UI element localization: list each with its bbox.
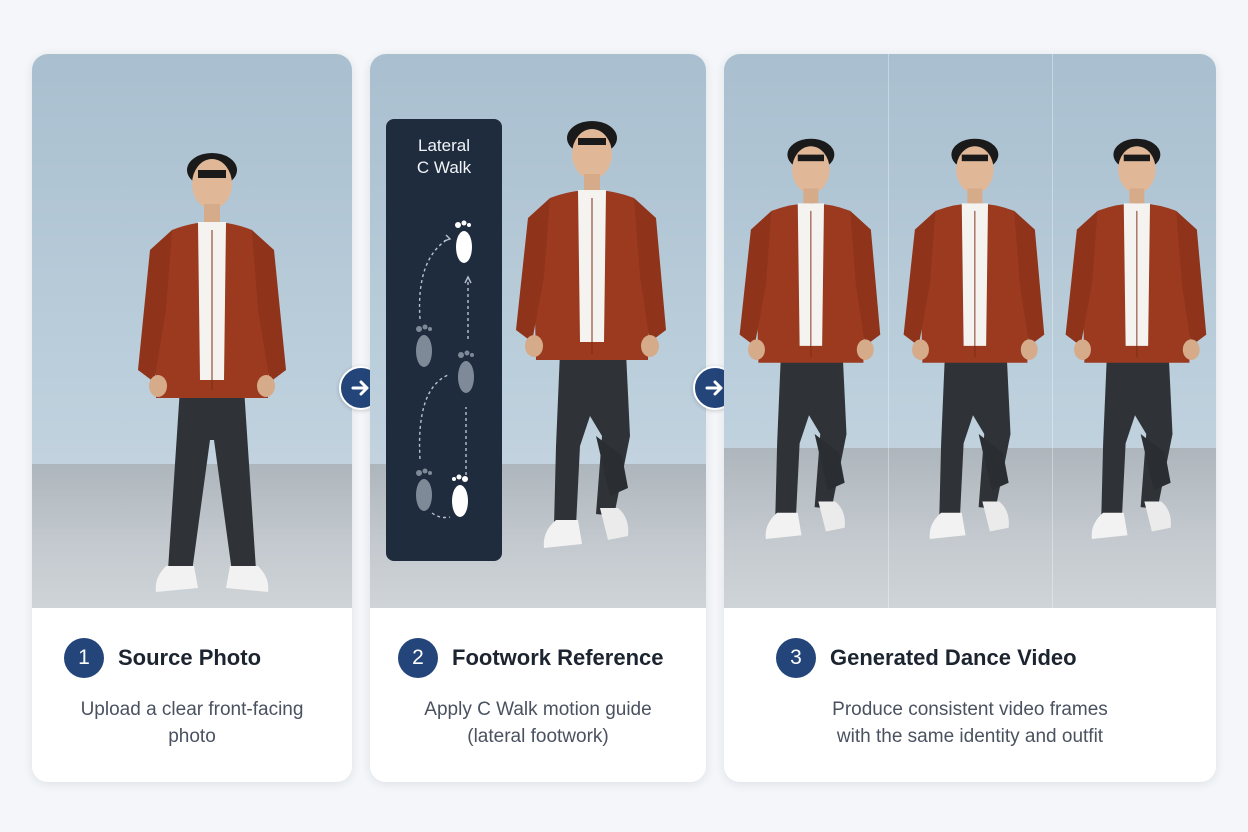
footprint-icon (452, 474, 468, 517)
footprint-icon (416, 468, 432, 511)
step-heading: 2 Footwork Reference (398, 638, 664, 678)
person-figure (510, 116, 670, 596)
footprint-icon (458, 350, 474, 393)
footprint-diagram (416, 220, 474, 519)
step-number-badge: 3 (776, 638, 816, 678)
step-description: Apply C Walk motion guide (lateral footw… (424, 699, 652, 747)
frame-divider (1052, 54, 1053, 608)
source-photo-image (32, 54, 352, 608)
step-description: Upload a clear front-facing photo (80, 699, 304, 747)
step-card-generated-video: 3 Generated Dance Video Produce consiste… (724, 54, 1216, 782)
footwork-reference-image: Lateral C Walk (370, 54, 706, 608)
step-heading: 1 Source Photo (64, 638, 261, 678)
step-title: Source Photo (118, 645, 262, 670)
footprint-icon (416, 324, 432, 367)
step-card-source-photo: 1 Source Photo Upload a clear front-faci… (32, 54, 352, 782)
step-info: 1 Source Photo Upload a clear front-faci… (32, 608, 352, 782)
step-description: Produce consistent video frames with the… (832, 699, 1108, 747)
step-heading: 3 Generated Dance Video (776, 638, 1077, 678)
person-figure (132, 150, 292, 608)
step-title: Generated Dance Video (830, 645, 1077, 670)
footprint-icon (455, 220, 472, 263)
step-info: 2 Footwork Reference Apply C Walk motion… (370, 608, 706, 782)
generated-video-frames (724, 54, 1216, 608)
video-frame-person (1060, 134, 1210, 584)
footwork-diagram-panel: Lateral C Walk (386, 119, 502, 561)
video-frame-person (898, 134, 1048, 584)
step-title: Footwork Reference (452, 645, 664, 670)
video-frame-person (734, 134, 884, 584)
step-card-footwork-reference: Lateral C Walk 2 Footwork Reference Appl… (370, 54, 706, 782)
step-number-badge: 2 (398, 638, 438, 678)
step-number-badge: 1 (64, 638, 104, 678)
frame-divider (888, 54, 889, 608)
step-info: 3 Generated Dance Video Produce consiste… (724, 608, 1216, 782)
